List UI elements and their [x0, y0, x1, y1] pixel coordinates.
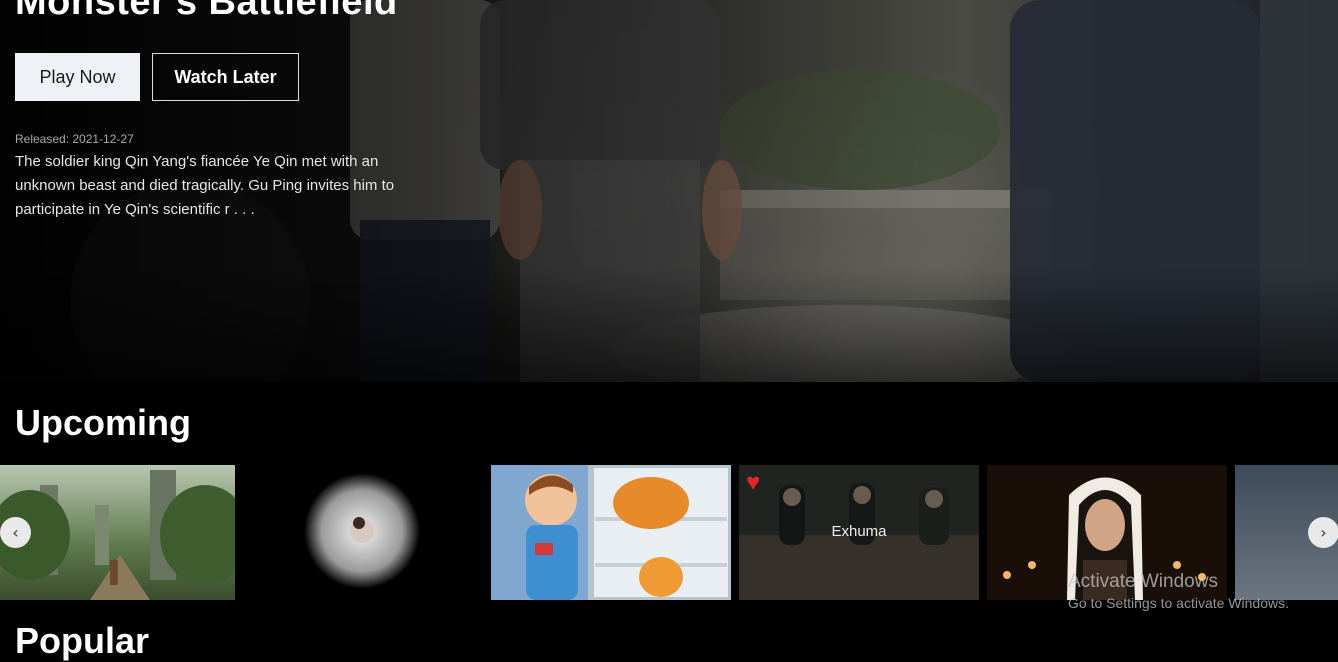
movie-poster: [0, 465, 235, 600]
hero-title: Monster's Battlefield: [15, 0, 398, 23]
movie-card[interactable]: [243, 465, 483, 600]
movie-card[interactable]: [491, 465, 731, 600]
movie-card[interactable]: [0, 465, 235, 600]
movie-card-label: Exhuma: [831, 523, 887, 540]
chevron-right-icon: ›: [1320, 523, 1327, 542]
hero-overview: The soldier king Qin Yang's fiancée Ye Q…: [15, 153, 395, 218]
carousel-next-button[interactable]: ›: [1308, 517, 1338, 548]
chevron-left-icon: ‹: [12, 523, 19, 542]
windows-activation-watermark: Activate Windows Go to Settings to activ…: [1068, 570, 1289, 612]
watermark-subtitle: Go to Settings to activate Windows.: [1068, 595, 1289, 611]
upcoming-section-title: Upcoming: [15, 402, 191, 443]
heart-icon[interactable]: ♥: [746, 471, 760, 495]
hero-banner: Monster's Battlefield Play Now Watch Lat…: [0, 0, 1338, 382]
movie-card[interactable]: ♥ Exhuma: [739, 465, 979, 600]
movie-poster: [491, 465, 731, 600]
watch-later-button[interactable]: Watch Later: [152, 53, 299, 101]
play-now-button[interactable]: Play Now: [15, 53, 140, 101]
release-date: Released: 2021-12-27: [15, 132, 134, 146]
popular-section-title: Popular: [15, 620, 150, 661]
movie-poster: [243, 465, 483, 600]
carousel-prev-button[interactable]: ‹: [0, 517, 31, 548]
watermark-title: Activate Windows: [1068, 571, 1218, 592]
